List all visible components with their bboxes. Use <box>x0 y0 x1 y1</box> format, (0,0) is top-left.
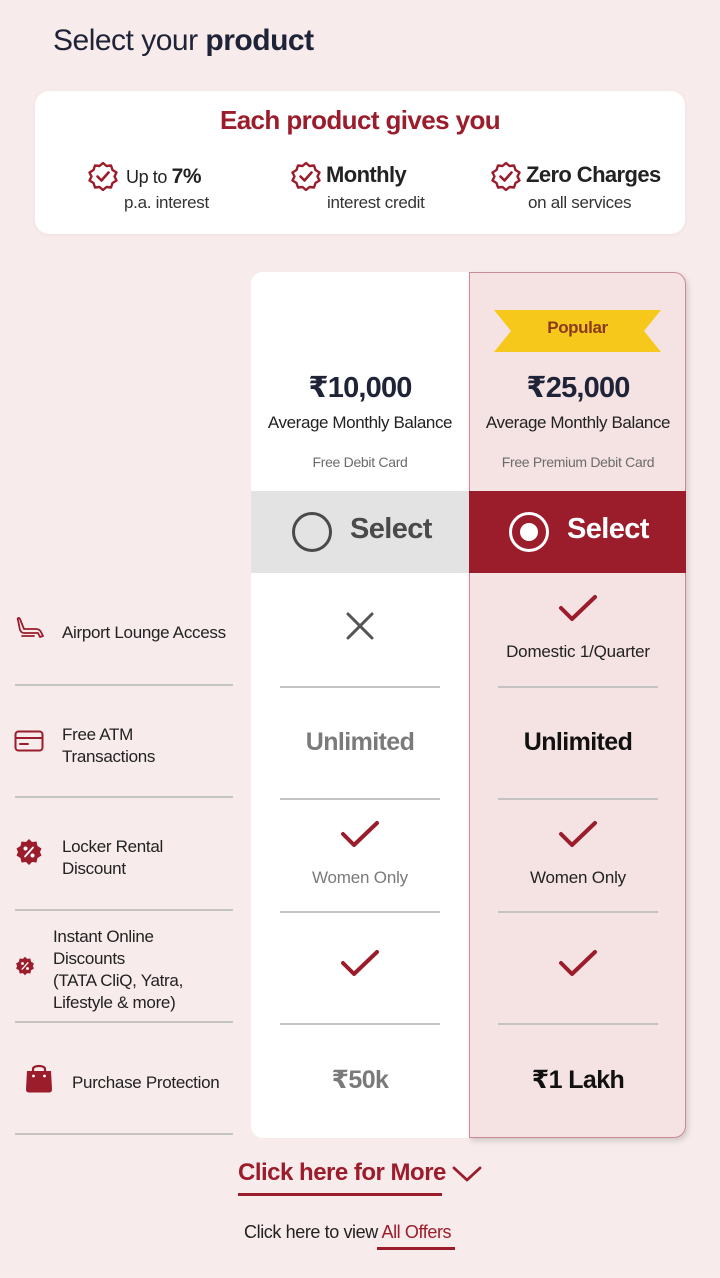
offers-prefix: Click here to view <box>244 1222 382 1242</box>
feature-note: Women Only <box>530 868 626 887</box>
benefit-line1: Monthly <box>326 162 407 187</box>
radio-unselected-icon <box>292 512 332 552</box>
feature-label-line: Transactions <box>62 747 156 766</box>
plan-price: ₹25,000 <box>526 372 630 404</box>
divider <box>280 911 440 913</box>
benefit-line1: Zero Charges <box>526 162 661 187</box>
check-icon <box>559 950 597 976</box>
select-plan-popular-button[interactable]: Select <box>469 491 686 573</box>
benefit-line2: interest credit <box>327 193 425 212</box>
feature-label-line: Instant Online <box>53 927 154 946</box>
feature-label-line: Discount <box>62 859 126 878</box>
plan-balance-label: Average Monthly Balance <box>485 413 671 432</box>
divider <box>498 1023 658 1025</box>
divider <box>15 909 233 911</box>
check-icon <box>341 821 379 847</box>
popular-badge: Popular <box>547 318 608 337</box>
select-label: Select <box>350 513 432 545</box>
benefit-prefix: Up to <box>126 167 172 187</box>
feature-label-line: Lifestyle & more) <box>53 993 176 1012</box>
plan-balance-label: Average Monthly Balance <box>267 413 453 432</box>
offers-link-underline <box>377 1247 455 1250</box>
benefit-rate: 7% <box>171 165 202 188</box>
chevron-down-icon[interactable] <box>452 1164 482 1184</box>
plan-card-type: Free Premium Debit Card <box>501 454 655 470</box>
check-icon <box>341 950 379 976</box>
feature-label: Airport Lounge Access <box>62 623 226 642</box>
feature-value: Unlimited <box>523 728 633 756</box>
card-icon <box>14 730 44 752</box>
feature-label: Free ATM Transactions <box>62 724 155 768</box>
feature-label-line: Discounts <box>53 949 125 968</box>
title-prefix: Select your <box>53 24 206 57</box>
click-here-for-more-link[interactable]: Click here for More <box>238 1159 446 1187</box>
feature-note: Domestic 1/Quarter <box>506 642 650 661</box>
offers-row: Click here to view All Offers <box>244 1222 452 1243</box>
badge-check-icon <box>491 161 521 191</box>
divider <box>15 1021 233 1023</box>
feature-label-line: (TATA CliQ, Yatra, <box>53 971 183 990</box>
plan-price: ₹10,000 <box>308 372 412 404</box>
feature-label-line: Locker Rental <box>62 837 163 856</box>
title-bold: product <box>205 24 314 57</box>
divider <box>498 798 658 800</box>
check-icon <box>559 821 597 847</box>
shopping-bag-icon <box>26 1064 52 1093</box>
feature-note: Women Only <box>312 868 408 887</box>
all-offers-link[interactable]: All Offers <box>381 1222 451 1242</box>
divider <box>498 911 658 913</box>
feature-label-line: Free ATM <box>62 725 133 744</box>
feature-label: Purchase Protection <box>72 1073 220 1092</box>
feature-label: Locker Rental Discount <box>62 836 163 880</box>
divider <box>15 684 233 686</box>
more-link-underline <box>238 1193 442 1196</box>
divider <box>15 796 233 798</box>
benefit-line2: on all services <box>528 193 632 212</box>
discount-badge-icon <box>16 839 42 865</box>
feature-value: Unlimited <box>305 728 415 756</box>
divider <box>280 798 440 800</box>
feature-value: ₹1 Lakh <box>531 1066 625 1094</box>
radio-selected-icon <box>509 512 549 552</box>
feature-value: ₹50k <box>331 1066 389 1094</box>
divider <box>15 1133 233 1135</box>
divider <box>280 1023 440 1025</box>
select-label: Select <box>567 513 649 545</box>
feature-label: Instant Online Discounts (TATA CliQ, Yatra… <box>53 926 183 1014</box>
benefit-line1: Up to 7% <box>126 165 202 189</box>
badge-check-icon <box>88 161 118 191</box>
plan-card-type: Free Debit Card <box>312 454 408 470</box>
cross-icon <box>346 612 374 640</box>
discount-badge-icon <box>16 956 34 976</box>
lounge-chair-icon <box>16 617 44 638</box>
benefits-card: Each product gives you Up to 7% p.a. int… <box>35 91 685 234</box>
divider <box>280 686 440 688</box>
benefits-title: Each product gives you <box>219 105 501 135</box>
divider <box>498 686 658 688</box>
select-plan-basic-button[interactable]: Select <box>251 491 469 573</box>
check-icon <box>559 595 597 621</box>
page-title: Select your product <box>53 24 314 58</box>
badge-check-icon <box>291 161 321 191</box>
benefit-line2: p.a. interest <box>124 193 209 212</box>
